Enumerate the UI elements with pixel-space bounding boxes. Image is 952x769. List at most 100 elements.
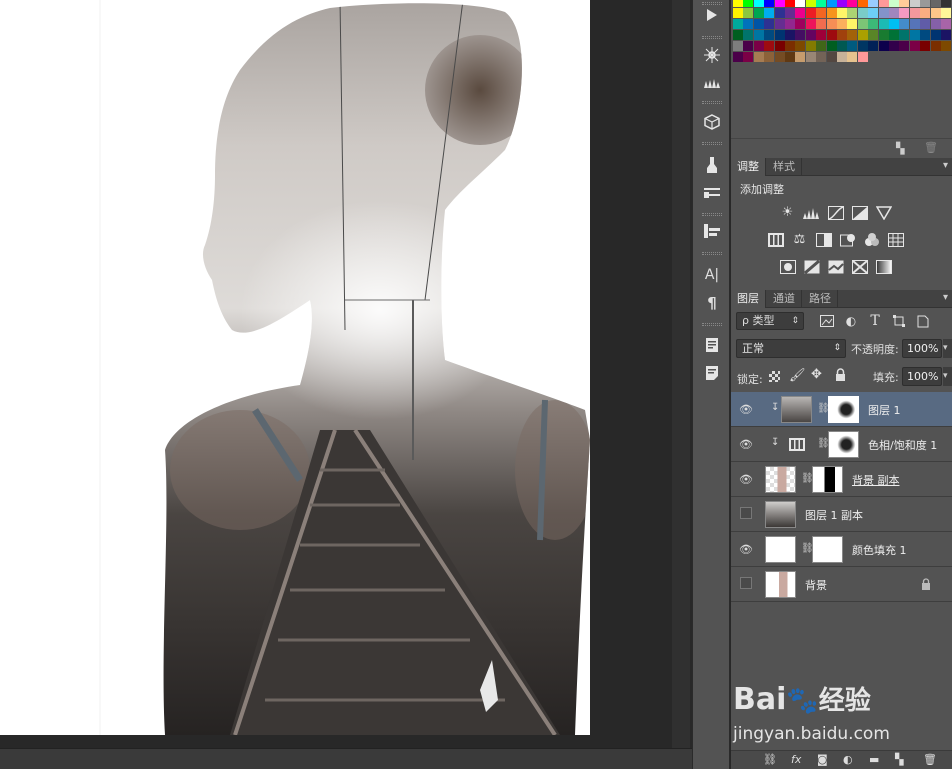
color-swatch[interactable] bbox=[753, 8, 764, 18]
layer-mask-thumbnail[interactable] bbox=[828, 431, 859, 458]
canvas-area[interactable] bbox=[0, 0, 692, 769]
color-swatch[interactable] bbox=[857, 8, 868, 18]
brush-presets-icon[interactable] bbox=[699, 72, 725, 94]
swatches-grid[interactable] bbox=[731, 0, 952, 68]
color-swatch[interactable] bbox=[878, 41, 889, 51]
layer-mask-thumbnail[interactable] bbox=[812, 536, 843, 563]
strip-grip[interactable] bbox=[702, 101, 722, 104]
layer-row[interactable]: 👁 ⛓ 颜色填充 1 bbox=[731, 532, 952, 567]
color-swatch[interactable] bbox=[733, 0, 743, 7]
color-swatch[interactable] bbox=[909, 30, 920, 40]
color-swatch[interactable] bbox=[795, 19, 806, 29]
add-mask-icon[interactable]: ◙ bbox=[817, 753, 828, 766]
color-swatch[interactable] bbox=[795, 41, 806, 51]
color-swatch[interactable] bbox=[878, 8, 889, 18]
color-swatch[interactable] bbox=[816, 41, 827, 51]
selective-color-icon[interactable] bbox=[851, 259, 868, 274]
color-swatch[interactable] bbox=[733, 19, 743, 29]
color-swatch[interactable] bbox=[847, 19, 858, 29]
paragraph-icon[interactable]: ¶ bbox=[699, 292, 725, 314]
color-swatch[interactable] bbox=[826, 19, 837, 29]
color-swatch[interactable] bbox=[878, 0, 889, 7]
tool-presets-icon[interactable] bbox=[699, 182, 725, 204]
color-swatch[interactable] bbox=[930, 19, 941, 29]
color-swatch[interactable] bbox=[816, 30, 827, 40]
color-swatch[interactable] bbox=[941, 30, 951, 40]
color-swatch[interactable] bbox=[920, 30, 931, 40]
layer-row[interactable]: 👁 ↧ ⛓ 色相/饱和度 1 bbox=[731, 427, 952, 462]
pixel-layer-filter-icon[interactable] bbox=[819, 313, 835, 329]
color-swatch[interactable] bbox=[743, 8, 754, 18]
color-swatch[interactable] bbox=[753, 41, 764, 51]
hue-saturation-icon[interactable] bbox=[767, 232, 784, 247]
color-swatch[interactable] bbox=[816, 8, 827, 18]
delete-layer-icon[interactable]: 🗑 bbox=[923, 753, 937, 766]
color-swatch[interactable] bbox=[857, 52, 868, 62]
color-swatch[interactable] bbox=[785, 19, 795, 29]
color-swatch[interactable] bbox=[753, 52, 764, 62]
color-swatch[interactable] bbox=[795, 0, 806, 7]
color-swatch[interactable] bbox=[816, 19, 827, 29]
color-swatch[interactable] bbox=[847, 0, 858, 7]
color-swatch[interactable] bbox=[941, 8, 951, 18]
color-swatch[interactable] bbox=[774, 52, 785, 62]
layer-row[interactable]: 👁 ⛓ 背景 副本 bbox=[731, 462, 952, 497]
color-swatch[interactable] bbox=[920, 8, 931, 18]
color-swatch[interactable] bbox=[805, 52, 816, 62]
tab-layers[interactable]: 图层 bbox=[731, 290, 766, 308]
color-swatch[interactable] bbox=[941, 41, 951, 51]
color-swatch[interactable] bbox=[857, 41, 868, 51]
color-swatch[interactable] bbox=[909, 41, 920, 51]
layer-name[interactable]: 背景 副本 bbox=[852, 472, 900, 488]
color-swatch[interactable] bbox=[774, 30, 785, 40]
color-swatch[interactable] bbox=[805, 8, 816, 18]
color-swatch[interactable] bbox=[847, 8, 858, 18]
color-swatch[interactable] bbox=[785, 30, 795, 40]
color-swatch[interactable] bbox=[889, 41, 899, 51]
fill-dropdown-icon[interactable]: ▾ bbox=[943, 367, 952, 386]
layer-thumbnail[interactable] bbox=[765, 501, 796, 528]
color-swatch[interactable] bbox=[733, 52, 743, 62]
strip-grip[interactable] bbox=[702, 213, 722, 216]
shape-filter-icon[interactable] bbox=[891, 313, 907, 329]
layer-name[interactable]: 颜色填充 1 bbox=[852, 542, 907, 558]
blend-mode-select[interactable]: 正常 ⇕ bbox=[736, 339, 846, 358]
color-swatch[interactable] bbox=[785, 52, 795, 62]
color-swatch[interactable] bbox=[920, 19, 931, 29]
color-swatch[interactable] bbox=[753, 30, 764, 40]
color-swatch[interactable] bbox=[930, 0, 941, 7]
new-adjustment-layer-icon[interactable]: ◐ bbox=[843, 753, 853, 766]
color-swatch[interactable] bbox=[909, 8, 920, 18]
strip-grip[interactable] bbox=[702, 36, 722, 39]
color-swatch[interactable] bbox=[857, 30, 868, 40]
color-swatch[interactable] bbox=[930, 8, 941, 18]
notes-icon[interactable] bbox=[699, 362, 725, 384]
layer-mask-thumbnail[interactable] bbox=[828, 396, 859, 423]
color-swatch[interactable] bbox=[733, 30, 743, 40]
tab-paths[interactable]: 路径 bbox=[803, 290, 838, 308]
gradient-map-icon[interactable] bbox=[875, 259, 892, 274]
visibility-toggle-off[interactable] bbox=[740, 577, 752, 589]
color-swatch[interactable] bbox=[889, 0, 899, 7]
color-swatch[interactable] bbox=[899, 41, 910, 51]
add-layer-style-icon[interactable]: fx bbox=[791, 753, 801, 766]
color-swatch[interactable] bbox=[826, 8, 837, 18]
layer-thumbnail[interactable] bbox=[765, 571, 796, 598]
color-swatch[interactable] bbox=[743, 41, 754, 51]
color-swatch[interactable] bbox=[743, 0, 754, 7]
visibility-eye-icon[interactable]: 👁 bbox=[739, 437, 753, 451]
tab-styles[interactable]: 样式 bbox=[767, 158, 802, 176]
black-white-icon[interactable] bbox=[815, 232, 832, 247]
color-swatch[interactable] bbox=[743, 52, 754, 62]
color-swatch[interactable] bbox=[930, 41, 941, 51]
brush-settings-icon[interactable] bbox=[699, 44, 725, 66]
color-swatch[interactable] bbox=[753, 0, 764, 7]
color-swatch[interactable] bbox=[764, 52, 775, 62]
curves-icon[interactable] bbox=[827, 205, 844, 220]
color-swatch[interactable] bbox=[753, 19, 764, 29]
color-swatch[interactable] bbox=[878, 19, 889, 29]
levels-icon[interactable] bbox=[803, 205, 820, 220]
color-swatch[interactable] bbox=[920, 0, 931, 7]
vibrance-icon[interactable] bbox=[875, 205, 892, 220]
color-swatch[interactable] bbox=[889, 19, 899, 29]
